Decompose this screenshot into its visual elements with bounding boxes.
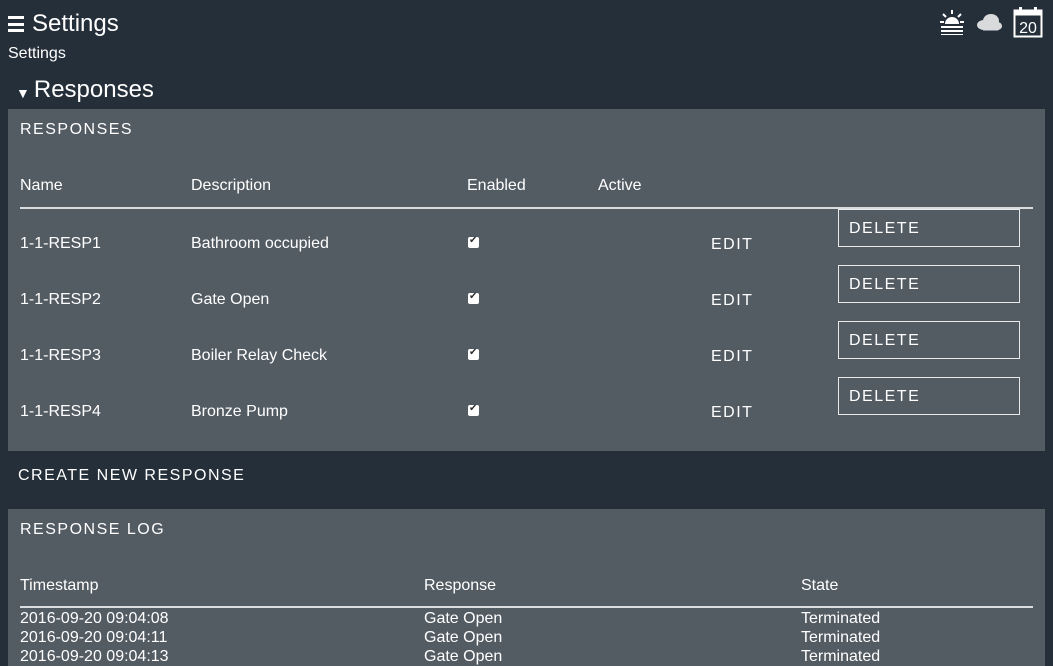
log-response: Gate Open	[424, 648, 503, 665]
response-description: Boiler Relay Check	[191, 347, 328, 364]
calendar-icon[interactable]: 20	[1013, 6, 1043, 38]
create-new-response-button[interactable]: CREATE NEW RESPONSE	[18, 467, 245, 485]
log-header-divider	[20, 606, 1033, 608]
page-title: Settings	[32, 10, 119, 37]
sunrise-icon[interactable]	[939, 9, 965, 35]
column-header-active: Active	[598, 177, 642, 194]
log-state: Terminated	[801, 610, 881, 627]
response-log-panel: RESPONSE LOG Timestamp Response State 20…	[8, 509, 1045, 666]
breadcrumb[interactable]: Settings	[8, 45, 66, 63]
app-header: Settings	[8, 8, 119, 40]
responses-section-toggle[interactable]: ▼ Responses	[16, 76, 154, 104]
section-title: Responses	[33, 76, 154, 103]
column-header-response: Response	[424, 577, 497, 594]
menu-icon[interactable]	[8, 16, 24, 32]
response-name: 1-1-RESP1	[20, 235, 101, 252]
caret-down-icon: ▼	[16, 85, 30, 101]
enabled-checkbox[interactable]	[468, 403, 479, 416]
calendar-day: 20	[1019, 20, 1037, 37]
column-header-name: Name	[20, 177, 63, 194]
log-timestamp: 2016-09-20 09:04:13	[20, 648, 169, 665]
enabled-checkbox[interactable]	[468, 291, 479, 304]
log-timestamp: 2016-09-20 09:04:08	[20, 610, 169, 627]
enabled-checkbox[interactable]	[468, 235, 479, 248]
enabled-checkbox[interactable]	[468, 347, 479, 360]
edit-button[interactable]: EDIT	[711, 292, 753, 310]
delete-button[interactable]: DELETE	[838, 265, 1020, 303]
delete-button[interactable]: DELETE	[838, 209, 1020, 247]
responses-panel: RESPONSES Name Description Enabled Activ…	[8, 109, 1045, 451]
edit-button[interactable]: EDIT	[711, 404, 753, 422]
delete-button[interactable]: DELETE	[838, 377, 1020, 415]
log-state: Terminated	[801, 648, 881, 665]
edit-button[interactable]: EDIT	[711, 348, 753, 366]
log-state: Terminated	[801, 629, 881, 646]
log-timestamp: 2016-09-20 09:04:11	[20, 629, 168, 646]
delete-button[interactable]: DELETE	[838, 321, 1020, 359]
log-response: Gate Open	[424, 629, 503, 646]
log-response: Gate Open	[424, 610, 503, 627]
response-description: Bathroom occupied	[191, 235, 329, 252]
response-description: Bronze Pump	[191, 403, 288, 420]
column-header-state: State	[801, 577, 839, 594]
responses-heading: RESPONSES	[20, 121, 134, 138]
response-name: 1-1-RESP2	[20, 291, 101, 308]
cloud-icon[interactable]	[975, 12, 1003, 32]
column-header-enabled: Enabled	[467, 177, 526, 194]
response-description: Gate Open	[191, 291, 270, 308]
header-icons: 20	[939, 6, 1043, 38]
column-header-description: Description	[191, 177, 272, 194]
response-name: 1-1-RESP4	[20, 403, 101, 420]
edit-button[interactable]: EDIT	[711, 236, 753, 254]
response-name: 1-1-RESP3	[20, 347, 101, 364]
column-header-timestamp: Timestamp	[20, 577, 99, 594]
response-log-heading: RESPONSE LOG	[20, 521, 166, 538]
